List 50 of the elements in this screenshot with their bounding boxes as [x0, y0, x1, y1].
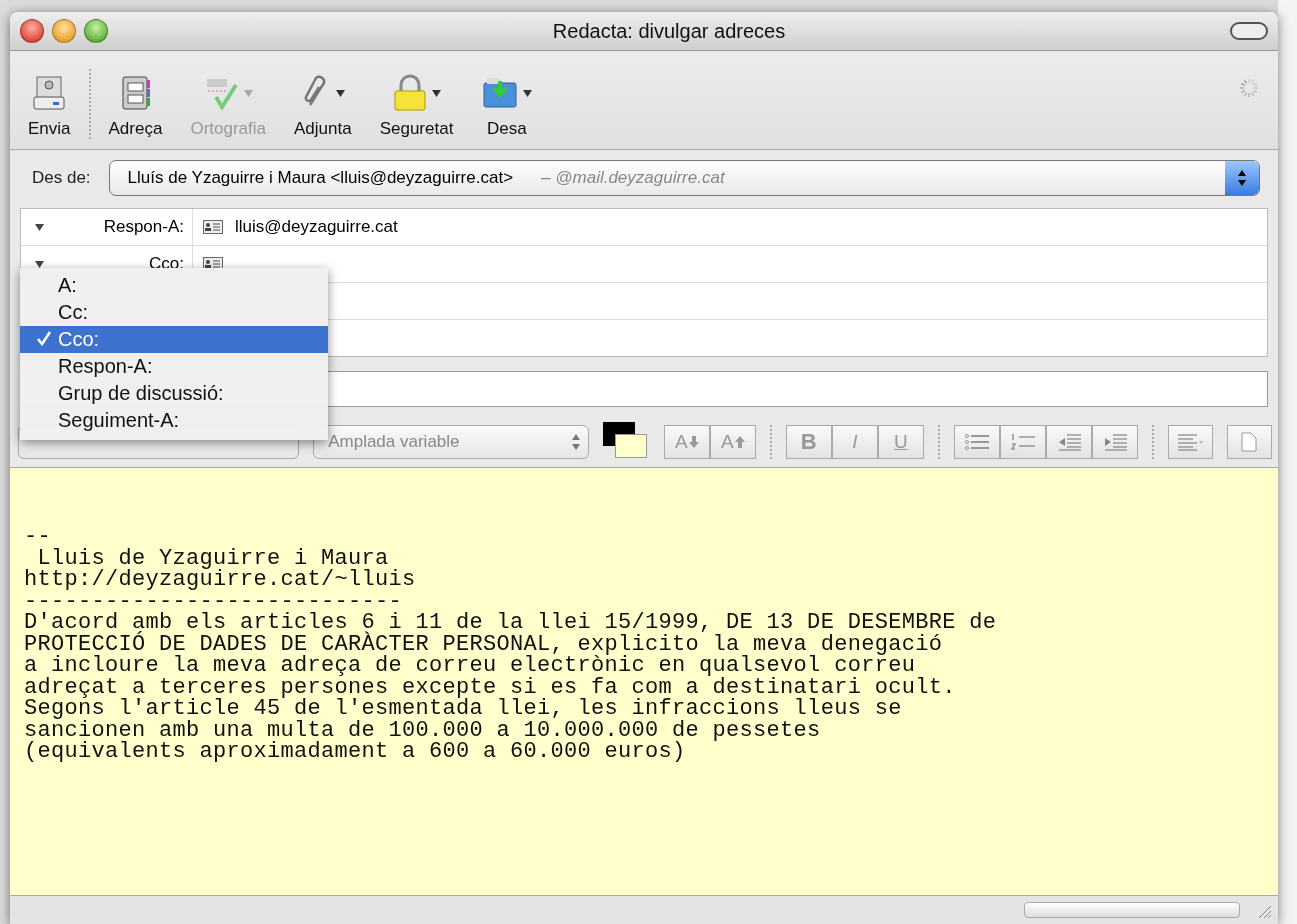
numbered-list-button[interactable]: [999, 425, 1046, 459]
menu-item[interactable]: Respon-A:: [20, 353, 328, 380]
outdent-button[interactable]: [1045, 425, 1092, 459]
up-arrow-icon: [734, 436, 745, 448]
menu-item[interactable]: A:: [20, 272, 328, 299]
toolbar-toggle-button[interactable]: [1230, 22, 1268, 40]
caret-icon: [432, 89, 442, 97]
stepper-arrows-icon: [1237, 169, 1247, 187]
from-label: Des de:: [32, 168, 91, 188]
caret-icon: [243, 89, 253, 97]
outdent-icon: [1056, 433, 1081, 451]
window-title: Redacta: divulgar adreces: [551, 19, 787, 43]
down-arrow-icon: [688, 436, 699, 448]
toolbar-button[interactable]: Adjunta: [280, 73, 366, 139]
toolbar-button[interactable]: Desa: [467, 73, 547, 139]
toolbar-button[interactable]: Seguretat: [365, 73, 468, 139]
toolbar-button[interactable]: Adreça: [94, 73, 177, 139]
disclosure-triangle-icon[interactable]: [35, 260, 44, 268]
address-book-icon: [119, 75, 152, 111]
contact-card-icon[interactable]: [203, 220, 223, 234]
signature-text: -- Lluis de Yzaguirre i Maura http://deyzaguirre.cat/~lluis ---------------------------- D'acord amb els articles 6 i 11 de la llei 15/1999, DE 13 DE DESEMBRE de PROTECCIÓ DE DADES DE CARÀCTER PERSONAL, explicito la meva denegació a incloure la meva adreça de correu electrònic en qualsevol correu adreçat a terceres persones excepte si es fa com a destinatari ocult. Segons l'article 45 de l'esmentada llei, les infraccions lleus se sancionen amb una multa de 100.000 a 10.000.000 de pessetes (equivalents aproximadament a 600 a 60.000 euros): [24, 526, 998, 763]
address-field-label[interactable]: Respon-A:: [44, 217, 184, 237]
caret-icon: [336, 89, 346, 97]
message-body[interactable]: [10, 468, 1278, 895]
stepper-arrows-icon: [571, 434, 580, 450]
menu-item[interactable]: Cc:: [20, 299, 328, 326]
minimize-button[interactable]: [52, 19, 76, 43]
address-value[interactable]: lluis@deyzaguirre.cat: [235, 217, 398, 237]
close-button[interactable]: [20, 19, 44, 43]
format-menu-button[interactable]: [1226, 425, 1272, 459]
caret-icon: [523, 89, 533, 97]
indent-button[interactable]: [1091, 425, 1138, 459]
menu-item[interactable]: Grup de discussió:: [20, 380, 328, 407]
from-account-dropdown[interactable]: Lluís de Yzaguirre i Maura <lluis@deyzaguirre.cat> – @mail.deyzaguirre.cat: [108, 160, 1260, 196]
numbered-list-icon: [1010, 433, 1035, 451]
checkmark-icon: [36, 330, 52, 346]
menu-item[interactable]: Cco:: [20, 326, 328, 353]
indent-icon: [1102, 433, 1127, 451]
bullet-list-icon: [964, 433, 989, 451]
alignment-button[interactable]: [1167, 425, 1213, 459]
toolbar-button[interactable]: Envia: [14, 73, 85, 139]
spinner-icon: [1238, 77, 1260, 99]
padlock-icon: [392, 74, 429, 112]
disclosure-triangle-icon[interactable]: [35, 223, 44, 231]
folder-icon: [481, 75, 520, 111]
bullet-list-button[interactable]: [953, 425, 1000, 459]
document-icon: [1241, 432, 1258, 452]
printer-icon: [33, 75, 66, 111]
align-left-icon: [1177, 433, 1204, 451]
zoom-button[interactable]: [84, 19, 108, 43]
